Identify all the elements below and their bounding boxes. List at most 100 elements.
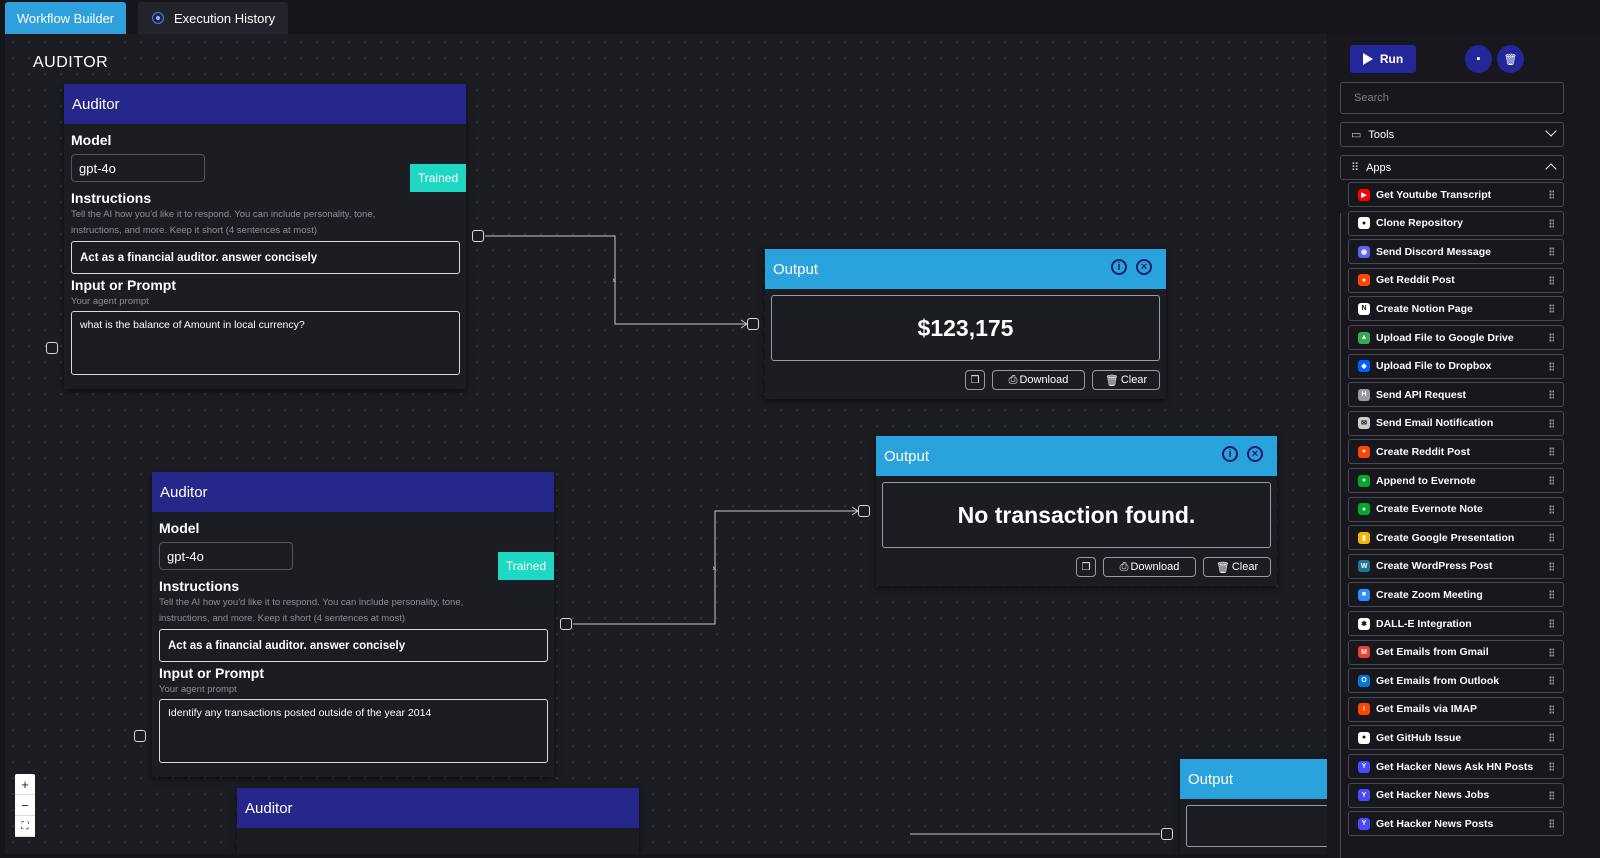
delete-button[interactable]: 🗑 (1497, 45, 1524, 73)
copy-button[interactable]: ❐ (1076, 557, 1096, 577)
node-header[interactable]: Output (1180, 759, 1327, 799)
app-item[interactable]: ● Clone Repository (1348, 210, 1564, 236)
app-item[interactable]: ▶ Get Youtube Transcript (1348, 182, 1564, 207)
trash-icon: 🗑 (1215, 561, 1230, 574)
app-item[interactable]: H Send API Request (1348, 382, 1564, 408)
zoom-in-button[interactable]: + (15, 774, 35, 795)
download-button[interactable]: ⎙ Download (1103, 557, 1196, 577)
close-icon[interactable]: × (1136, 259, 1152, 275)
app-item[interactable]: ✉ Send Email Notification (1348, 410, 1564, 436)
info-icon[interactable]: i (1111, 259, 1127, 275)
app-item[interactable]: ▮ Create Google Presentation (1348, 525, 1564, 551)
drag-handle-icon[interactable] (1549, 361, 1554, 371)
toolbox-icon: ▭ (1351, 129, 1362, 141)
node-header[interactable]: Auditor (64, 84, 466, 124)
drag-handle-icon[interactable] (1549, 533, 1554, 543)
drag-handle-icon[interactable] (1549, 647, 1554, 657)
run-button[interactable]: Run (1350, 45, 1416, 73)
tab-execution-history[interactable]: Execution History (138, 2, 288, 34)
drag-handle-icon[interactable] (1549, 418, 1554, 428)
input-port[interactable] (46, 342, 58, 354)
prompt-input[interactable]: what is the balance of Amount in local c… (71, 311, 460, 375)
node-header[interactable]: Auditor (237, 788, 639, 828)
app-item[interactable]: ✱ DALL-E Integration (1348, 611, 1564, 636)
app-item[interactable]: ▲ Upload File to Google Drive (1348, 325, 1564, 350)
node-header[interactable]: Output i × (765, 249, 1166, 289)
app-item[interactable]: ● Get GitHub Issue (1348, 725, 1564, 751)
output-node[interactable]: Output i × No transaction found. ❐ ⎙ Down… (876, 436, 1277, 586)
app-item[interactable]: ● Create Reddit Post (1348, 439, 1564, 465)
drag-handle-icon[interactable] (1549, 504, 1554, 514)
app-item[interactable]: ● Get Reddit Post (1348, 267, 1564, 293)
drag-handle-icon[interactable] (1549, 247, 1554, 257)
app-item[interactable]: Y Get Hacker News Ask HN Posts (1348, 754, 1564, 779)
auditor-node[interactable]: Auditor (237, 788, 639, 854)
drag-handle-icon[interactable] (1549, 619, 1554, 628)
app-item[interactable]: ● Append to Evernote (1348, 468, 1564, 493)
drag-handle-icon[interactable] (1549, 733, 1554, 743)
drag-handle-icon[interactable] (1549, 590, 1554, 600)
app-label: Get Hacker News Ask HN Posts (1376, 760, 1534, 773)
app-item[interactable]: Y Get Hacker News Posts (1348, 811, 1564, 837)
input-port[interactable] (134, 730, 146, 742)
app-item[interactable]: Y Get Hacker News Jobs (1348, 782, 1564, 808)
save-button[interactable]: ▪ (1465, 45, 1492, 73)
drag-handle-icon[interactable] (1549, 390, 1554, 400)
drag-handle-icon[interactable] (1549, 218, 1554, 228)
drag-handle-icon[interactable] (1549, 819, 1554, 829)
drag-handle-icon[interactable] (1549, 476, 1554, 485)
zoom-icon: ■ (1358, 588, 1370, 601)
clear-button[interactable]: 🗑 Clear (1092, 370, 1160, 390)
output-port[interactable] (472, 230, 484, 242)
app-item[interactable]: ● Create Evernote Note (1348, 496, 1564, 522)
copy-button[interactable]: ❐ (965, 370, 985, 390)
node-header[interactable]: Auditor (152, 472, 554, 512)
clear-button[interactable]: 🗑 Clear (1203, 557, 1271, 577)
drag-handle-icon[interactable] (1549, 676, 1554, 686)
app-item[interactable]: N Create Notion Page (1348, 296, 1564, 322)
input-port[interactable] (1161, 828, 1173, 840)
app-item[interactable]: O Get Emails from Outlook (1348, 668, 1564, 694)
node-header[interactable]: Output i × (876, 436, 1277, 476)
app-item[interactable]: ◉ Send Discord Message (1348, 239, 1564, 265)
app-item[interactable]: W Create WordPress Post (1348, 553, 1564, 579)
drag-handle-icon[interactable] (1549, 704, 1554, 714)
output-node[interactable]: Output (1180, 759, 1327, 854)
instructions-input[interactable]: Act as a financial auditor. answer conci… (159, 629, 548, 662)
tools-section-toggle[interactable]: ▭ Tools (1340, 122, 1564, 147)
drag-handle-icon[interactable] (1549, 790, 1554, 800)
prompt-label: Input or Prompt (71, 277, 176, 293)
fit-view-button[interactable]: ⛶ (15, 816, 35, 837)
prompt-input[interactable]: Identify any transactions posted outside… (159, 699, 548, 763)
search-input[interactable]: Search (1340, 82, 1564, 114)
apps-section-toggle[interactable]: ⠿ Apps (1340, 155, 1564, 180)
download-button[interactable]: ⎙ Download (992, 370, 1085, 390)
info-icon[interactable]: i (1222, 446, 1238, 462)
output-node[interactable]: Output i × $123,175 ❐ ⎙ Download 🗑 Clear (765, 249, 1166, 399)
drag-handle-icon[interactable] (1549, 447, 1554, 457)
model-input[interactable]: gpt-4o (159, 542, 293, 570)
drag-handle-icon[interactable] (1549, 275, 1554, 285)
input-port[interactable] (858, 505, 870, 517)
app-item[interactable]: ◆ Upload File to Dropbox (1348, 353, 1564, 379)
trash-icon: 🗑 (1503, 53, 1518, 66)
drag-handle-icon[interactable] (1549, 333, 1554, 342)
output-port[interactable] (560, 618, 572, 630)
discord-icon: ◉ (1358, 245, 1370, 258)
drag-handle-icon[interactable] (1549, 561, 1554, 571)
drag-handle-icon[interactable] (1549, 304, 1554, 314)
auditor-node[interactable]: Auditor Model gpt-4o Trained Instruction… (152, 472, 554, 777)
workflow-canvas[interactable]: AUDITOR × × Auditor Model gpt-4o Trained… (5, 34, 1327, 854)
instructions-input[interactable]: Act as a financial auditor. answer conci… (71, 241, 460, 274)
app-item[interactable]: I Get Emails via IMAP (1348, 696, 1564, 722)
app-item[interactable]: ■ Create Zoom Meeting (1348, 582, 1564, 608)
drag-handle-icon[interactable] (1549, 762, 1554, 771)
close-icon[interactable]: × (1247, 446, 1263, 462)
model-input[interactable]: gpt-4o (71, 154, 205, 182)
zoom-out-button[interactable]: − (15, 795, 35, 816)
tab-workflow-builder[interactable]: Workflow Builder (5, 2, 126, 34)
auditor-node[interactable]: Auditor Model gpt-4o Trained Instruction… (64, 84, 466, 389)
input-port[interactable] (747, 318, 759, 330)
drag-handle-icon[interactable] (1549, 190, 1554, 199)
app-item[interactable]: M Get Emails from Gmail (1348, 639, 1564, 665)
